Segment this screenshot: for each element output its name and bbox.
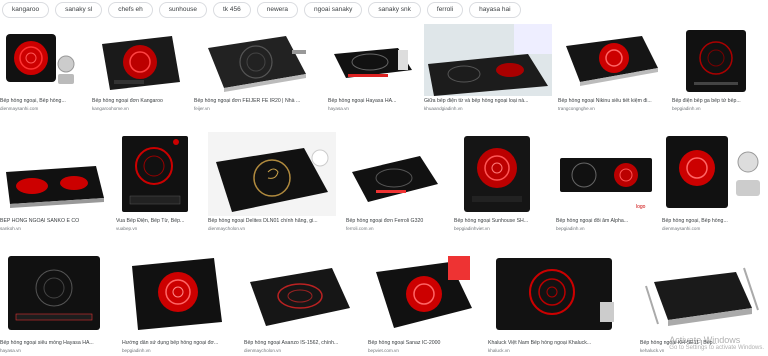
result-title[interactable]: Hướng dẫn sử dụng bếp hồng ngoại đơ... bbox=[122, 340, 234, 347]
result-source: hayasa.vn bbox=[328, 106, 349, 111]
image-result[interactable]: Bếp hồng ngoại đơn Ferroli G320 ferroli.… bbox=[346, 132, 444, 240]
result-title[interactable]: Khaluck Việt Nam Bếp hồng ngoại Khaluck.… bbox=[488, 340, 628, 347]
result-thumbnail[interactable] bbox=[368, 252, 480, 336]
result-title[interactable]: Bếp hồng ngoại đơn FEIJER FE IR20 | Nhà … bbox=[194, 98, 320, 105]
chip-chefs-eh[interactable]: chefs eh bbox=[108, 2, 153, 18]
image-result[interactable]: Bếp hồng ngoại Hayasa HA... hayasa.vn bbox=[328, 24, 418, 122]
image-result[interactable]: Bếp hồng ngoại siêu mỏng Hayasa HA... ha… bbox=[0, 252, 112, 356]
chip-newera[interactable]: newera bbox=[256, 2, 299, 18]
image-result[interactable]: Bếp điện bếp ga bếp tử bếp... bepgiadinh… bbox=[672, 24, 768, 122]
result-title[interactable]: Bếp hồng ngoại Sanaz IC-2000 bbox=[368, 340, 480, 347]
svg-text:logo: logo bbox=[636, 204, 646, 210]
result-title[interactable]: Vua Bếp Điện, Bếp Từ, Bếp... bbox=[116, 218, 198, 225]
result-thumbnail[interactable] bbox=[0, 24, 86, 96]
result-thumbnail[interactable] bbox=[92, 24, 188, 96]
image-result[interactable]: Khaluck Việt Nam Bếp hồng ngoại Khaluck.… bbox=[488, 252, 628, 356]
result-source: hayasa.vn bbox=[0, 348, 21, 353]
chip-ngoai-sanaky[interactable]: ngoai sanaky bbox=[304, 2, 363, 18]
image-result[interactable]: Bếp hồng ngoại Sunhouse SH... bepgiadinh… bbox=[454, 132, 542, 240]
image-result[interactable]: Hướng dẫn sử dụng bếp hồng ngoại đơ... b… bbox=[122, 252, 234, 356]
image-result[interactable]: Bếp hồng ngoại Sanaz IC-2000 bepviet.com… bbox=[368, 252, 480, 356]
result-title[interactable]: Bếp hồng ngoại siêu mỏng Hayasa HA... bbox=[0, 340, 112, 347]
image-result[interactable]: Bếp hồng ngoại, Bếp hồng... dienmaysanhi… bbox=[662, 132, 768, 240]
result-thumbnail[interactable] bbox=[244, 252, 356, 336]
result-source: kangaroohome.vn bbox=[92, 106, 129, 111]
result-source: dienmaycholon.vn bbox=[208, 226, 246, 231]
result-source: bepgiadinh.vn bbox=[556, 226, 585, 231]
result-source: sankoh.vn bbox=[0, 226, 21, 231]
result-source: trangcongnghe.vn bbox=[558, 106, 595, 111]
result-title[interactable]: Bếp hồng ngoại Delites DLN01 chính hãng,… bbox=[208, 218, 336, 225]
result-source: dienmaysanhi.com bbox=[662, 226, 701, 231]
result-thumbnail[interactable] bbox=[558, 24, 666, 96]
result-title[interactable]: Bếp hồng ngoại Hayasa HA... bbox=[328, 98, 418, 105]
result-thumbnail[interactable] bbox=[424, 24, 552, 96]
image-result[interactable]: BẾP HỒNG NGOẠI SANKO E CO sankoh.vn bbox=[0, 132, 110, 240]
result-source: ferroli.com.vn bbox=[346, 226, 374, 231]
result-source: bepgiadinhviet.vn bbox=[454, 226, 490, 231]
result-title[interactable]: Bếp hồng ngoại đơn Ferroli G320 bbox=[346, 218, 444, 225]
result-source: dienmaysanhi.com bbox=[0, 106, 39, 111]
result-source: khaluck.vn bbox=[488, 348, 510, 353]
result-source: feijer.vn bbox=[194, 106, 210, 111]
image-result[interactable]: Bếp hồng ngoại, Bếp hồng... dienmaysanhi… bbox=[0, 24, 86, 122]
image-result[interactable]: Bếp hồng ngoại Asanzo IS-1562, chính... … bbox=[244, 252, 356, 356]
chip-hayasa-hai[interactable]: hayasa hai bbox=[469, 2, 521, 18]
result-thumbnail[interactable] bbox=[0, 132, 110, 216]
chip-sanaky-sl[interactable]: sanaky sl bbox=[55, 2, 103, 18]
result-title[interactable]: Bếp hồng ngoại Asanzo IS-1562, chính... bbox=[244, 340, 356, 347]
image-result[interactable]: Bếp hồng ngoại Nikinu siêu tiết kiệm đi.… bbox=[558, 24, 666, 122]
image-result[interactable]: Giữa bếp điện từ và bếp hồng ngoại loại … bbox=[424, 24, 552, 122]
chip-kangaroo[interactable]: kangaroo bbox=[2, 2, 50, 18]
result-title[interactable]: Bếp hồng ngoại đôi âm Alpha... bbox=[556, 218, 656, 225]
result-thumbnail[interactable] bbox=[0, 252, 112, 336]
result-thumbnail[interactable] bbox=[454, 132, 542, 216]
result-thumbnail[interactable] bbox=[672, 24, 768, 96]
result-thumbnail[interactable] bbox=[346, 132, 444, 216]
result-thumbnail[interactable] bbox=[328, 24, 418, 96]
chip-tk-456[interactable]: tk 456 bbox=[213, 2, 251, 18]
result-source: bepviet.com.vn bbox=[368, 348, 399, 353]
result-source: khuaandgiadinh.vn bbox=[424, 106, 463, 111]
result-title[interactable]: Bếp hồng ngoại đơn Kangaroo bbox=[92, 98, 188, 105]
image-result[interactable]: Vua Bếp Điện, Bếp Từ, Bếp... vuabep.vn bbox=[116, 132, 198, 240]
result-thumbnail[interactable] bbox=[662, 132, 768, 216]
result-source: dienmaycholon.vn bbox=[244, 348, 282, 353]
result-thumbnail[interactable] bbox=[640, 252, 768, 336]
result-thumbnail[interactable] bbox=[208, 132, 336, 216]
result-title[interactable]: Bếp điện bếp ga bếp tử bếp... bbox=[672, 98, 768, 105]
chip-sunhouse[interactable]: sunhouse bbox=[158, 2, 207, 18]
image-result[interactable]: Bếp hồng ngoại đơn Kangaroo kangaroohome… bbox=[92, 24, 188, 122]
image-result[interactable]: logo Bếp hồng ngoại đôi âm Alpha... bepg… bbox=[556, 132, 656, 240]
related-search-chips: kangaroo sanaky sl chefs eh sunhouse tk … bbox=[0, 0, 768, 20]
result-title[interactable]: Bếp hồng ngoại Nikinu siêu tiết kiệm đi.… bbox=[558, 98, 666, 105]
result-source: kehaluck.vn bbox=[640, 348, 665, 353]
result-title[interactable]: Bếp hồng ngoại, Bếp hồng... bbox=[662, 218, 768, 225]
chip-ferroli[interactable]: ferroli bbox=[426, 2, 464, 18]
result-title[interactable]: Giữa bếp điện từ và bếp hồng ngoại loại … bbox=[424, 98, 552, 105]
result-source: vuabep.vn bbox=[116, 226, 138, 231]
image-results-grid: Bếp hồng ngoại, Bếp hồng... dienmaysanhi… bbox=[0, 20, 768, 356]
result-source: bepgiadinh.vn bbox=[122, 348, 151, 353]
result-title[interactable]: Bếp hồng ngoại, Bếp hồng... bbox=[0, 98, 86, 105]
result-title[interactable]: BẾP HỒNG NGOẠI SANKO E CO bbox=[0, 218, 110, 225]
result-thumbnail[interactable] bbox=[116, 132, 198, 216]
result-title[interactable]: Bếp hồng ngoại Sunhouse SH... bbox=[454, 218, 542, 225]
result-title[interactable]: Bếp hồng ngoại KH-SE11 | Bếp... bbox=[640, 340, 768, 347]
result-thumbnail[interactable] bbox=[488, 252, 628, 336]
chip-sanaky-snk[interactable]: sanaky snk bbox=[368, 2, 421, 18]
image-result[interactable]: Bếp hồng ngoại KH-SE11 | Bếp... kehaluck… bbox=[640, 252, 768, 356]
image-result[interactable]: Bếp hồng ngoại Delites DLN01 chính hãng,… bbox=[208, 132, 336, 240]
result-thumbnail[interactable] bbox=[194, 24, 320, 96]
result-thumbnail[interactable] bbox=[122, 252, 234, 336]
result-source: bepgiadinh.vn bbox=[672, 106, 701, 111]
result-thumbnail[interactable]: logo bbox=[556, 132, 656, 216]
image-result[interactable]: Bếp hồng ngoại đơn FEIJER FE IR20 | Nhà … bbox=[194, 24, 320, 122]
